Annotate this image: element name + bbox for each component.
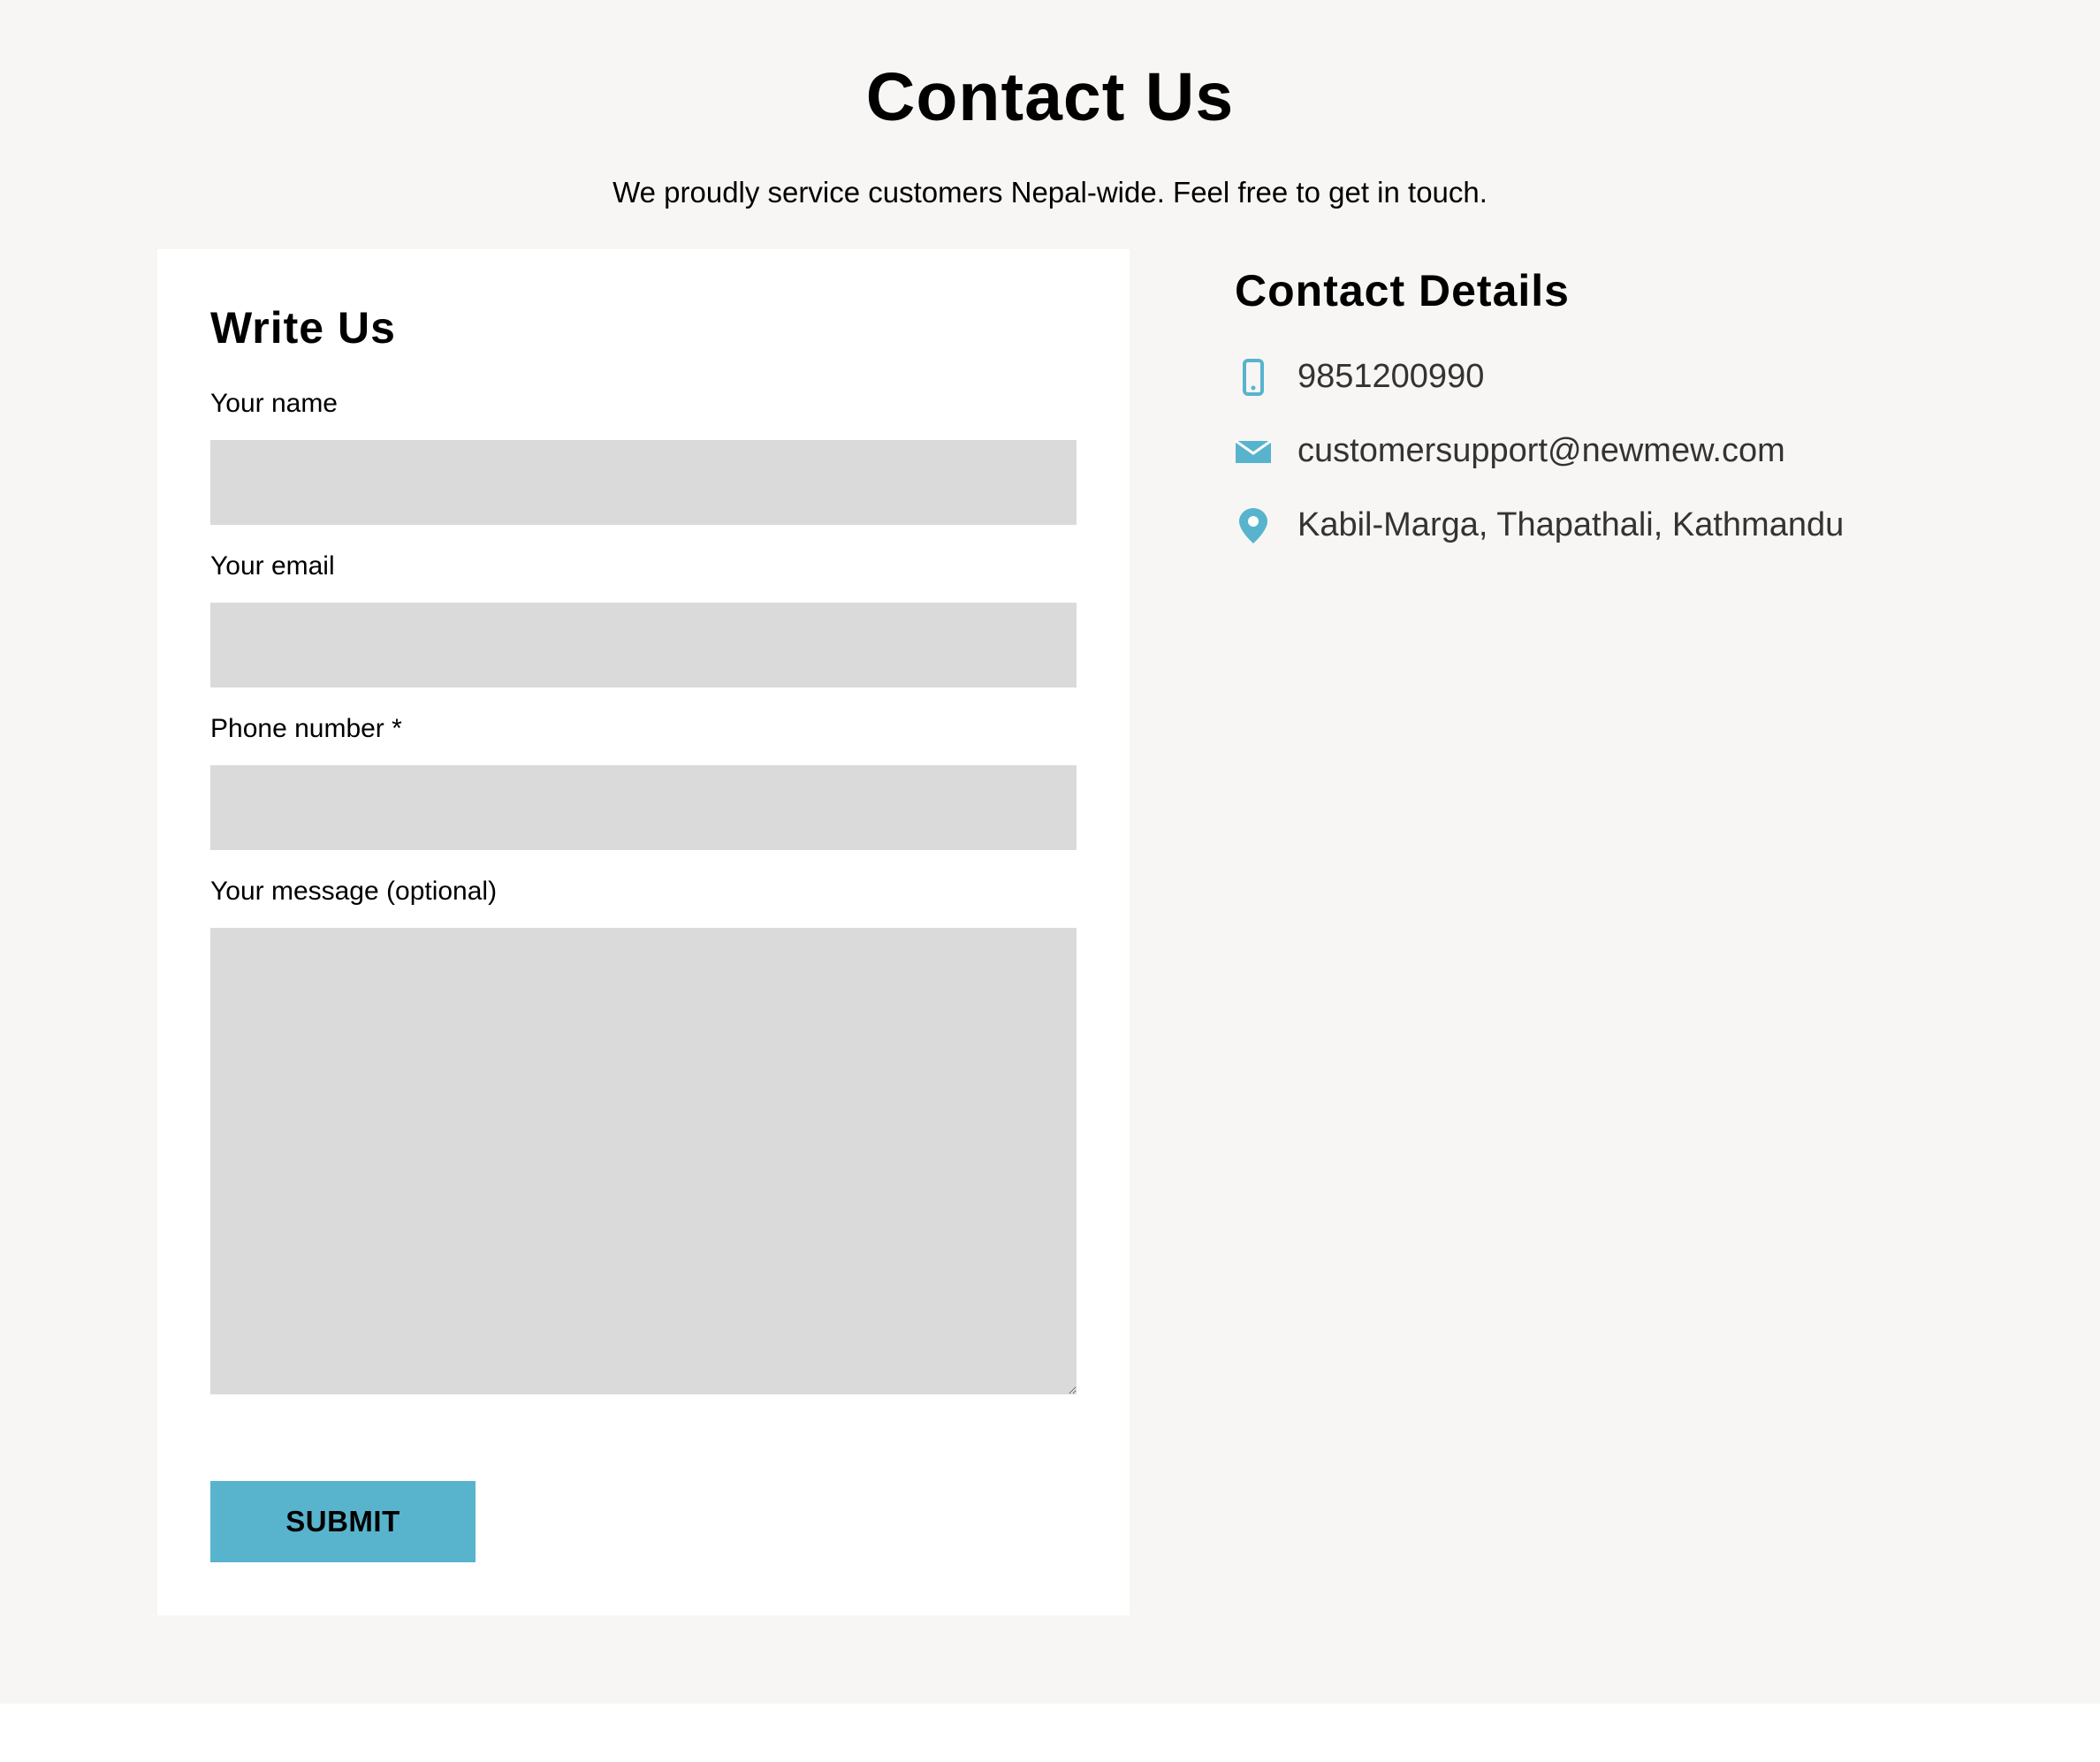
phone-label: Phone number * <box>210 714 402 743</box>
contact-email-row: customersupport@newmew.com <box>1235 424 2030 477</box>
mobile-phone-icon <box>1243 359 1264 396</box>
page-title: Contact Us <box>865 59 1235 135</box>
envelope-icon <box>1235 439 1272 463</box>
contact-address-text: Kabil-Marga, Thapathali, Kathmandu <box>1297 506 1845 543</box>
contact-form-card: Write Us Your name Your email Phone numb… <box>157 249 1130 1615</box>
contact-details-title: Contact Details <box>1235 266 1570 315</box>
name-field[interactable] <box>210 440 1077 525</box>
message-label: Your message (optional) <box>210 877 498 906</box>
map-pin-icon <box>1239 508 1267 543</box>
contact-email-text[interactable]: customersupport@newmew.com <box>1297 424 1785 477</box>
contact-section: Contact Us We proudly service customers … <box>0 0 2100 1704</box>
email-label: Your email <box>210 551 335 581</box>
name-label: Your name <box>210 389 338 418</box>
message-field[interactable] <box>210 928 1077 1394</box>
email-field[interactable] <box>210 603 1077 687</box>
page-subtitle: We proudly service customers Nepal-wide.… <box>612 176 1488 209</box>
contact-phone-text[interactable]: 9851200990 <box>1297 350 1484 403</box>
submit-button[interactable]: SUBMIT <box>210 1481 476 1562</box>
form-title: Write Us <box>210 303 396 353</box>
contact-phone-row: 9851200990 <box>1235 350 2030 403</box>
phone-field[interactable] <box>210 765 1077 850</box>
contact-address-row: Kabil-Marga, Thapathali, Kathmandu <box>1235 498 2030 551</box>
